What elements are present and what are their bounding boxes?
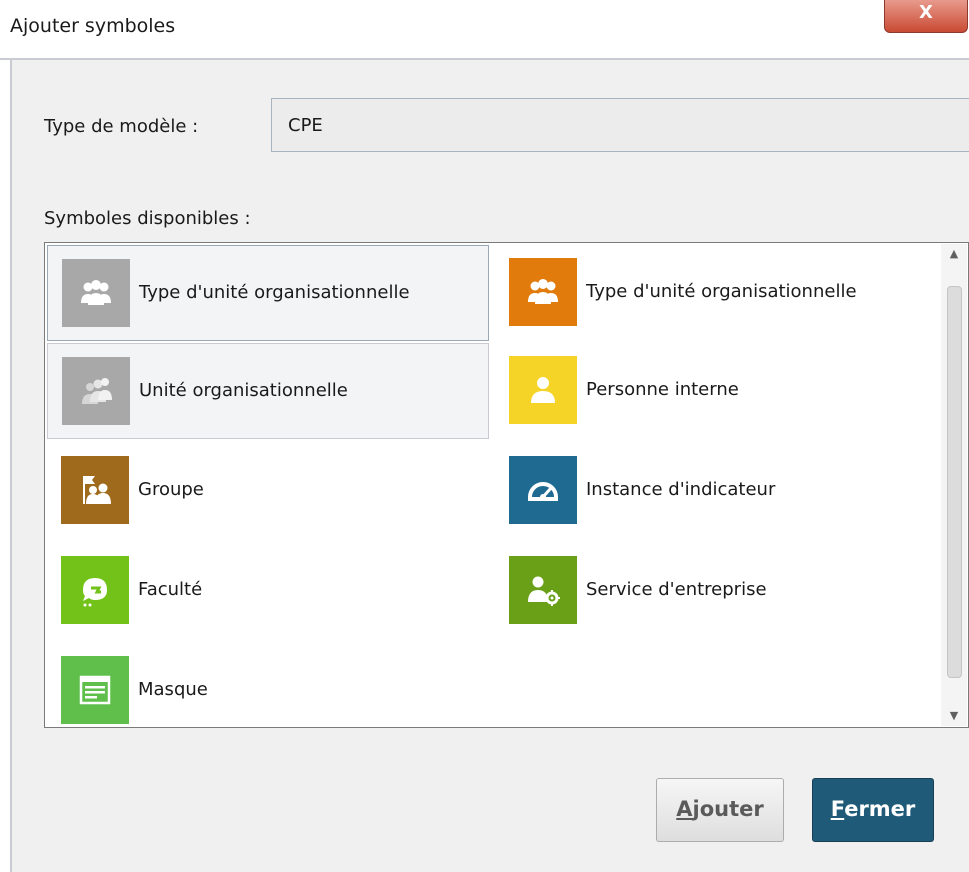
symbol-item-internal-person[interactable]: Personne interne [495,343,937,439]
people-group-icon [509,258,577,326]
people-group-icon [62,259,130,327]
add-button-label: jouter [692,797,764,821]
dialog-window: Ajouter symboles X Type de modèle : CPE … [0,0,969,872]
symbol-item-business-service[interactable]: Service d'entreprise [495,543,937,639]
person-gear-icon [509,556,577,624]
symbol-item-org-unit-type-orange[interactable]: Type d'unité organisationnelle [495,245,937,341]
person-icon [509,356,577,424]
model-type-field: CPE [271,98,969,152]
people-group-faded-icon [62,357,130,425]
close-window-button[interactable]: X [884,0,968,33]
title-bar: Ajouter symboles X [0,0,969,60]
available-symbols-label: Symboles disponibles : [44,208,251,229]
close-button-label: ermer [844,797,916,821]
symbols-list[interactable]: Type d'unité organisationnelle Type d'un… [44,242,969,728]
symbol-item-indicator-instance[interactable]: Instance d'indicateur [495,443,937,539]
symbol-label: Groupe [138,479,204,500]
symbol-item-org-unit-type-gray[interactable]: Type d'unité organisationnelle [47,245,489,341]
symbol-label: Type d'unité organisationnelle [139,282,410,303]
model-type-label: Type de modèle : [44,116,199,137]
add-button-accesskey: A [676,797,693,821]
gauge-icon [509,456,577,524]
symbol-label: Instance d'indicateur [586,479,776,500]
scroll-up-arrow-icon[interactable]: ▲ [941,244,967,264]
symbol-item-group[interactable]: Groupe [47,443,489,539]
scroll-down-arrow-icon[interactable]: ▼ [941,706,967,726]
symbol-label: Faculté [138,579,203,600]
form-window-icon [61,656,129,724]
model-type-value: CPE [288,115,323,136]
symbol-label: Type d'unité organisationnelle [586,281,857,302]
symbol-label: Service d'entreprise [586,579,767,600]
close-button-accesskey: F [830,797,845,821]
symbol-label: Unité organisationnelle [139,380,348,401]
close-button[interactable]: Fermer [812,778,934,842]
close-icon: X [919,2,933,23]
dialog-content: Type de modèle : CPE Symboles disponible… [10,60,969,872]
symbol-label: Personne interne [586,379,739,400]
group-flag-icon [61,456,129,524]
symbol-label: Masque [138,679,208,700]
scroll-thumb[interactable] [947,286,962,678]
add-button[interactable]: Ajouter [656,778,784,842]
skill-icon [61,556,129,624]
symbol-item-org-unit[interactable]: Unité organisationnelle [47,343,489,439]
list-scrollbar[interactable]: ▲ ▼ [941,244,967,726]
window-title: Ajouter symboles [10,15,176,37]
symbol-item-mask[interactable]: Masque [47,643,489,739]
symbol-item-faculty[interactable]: Faculté [47,543,489,639]
